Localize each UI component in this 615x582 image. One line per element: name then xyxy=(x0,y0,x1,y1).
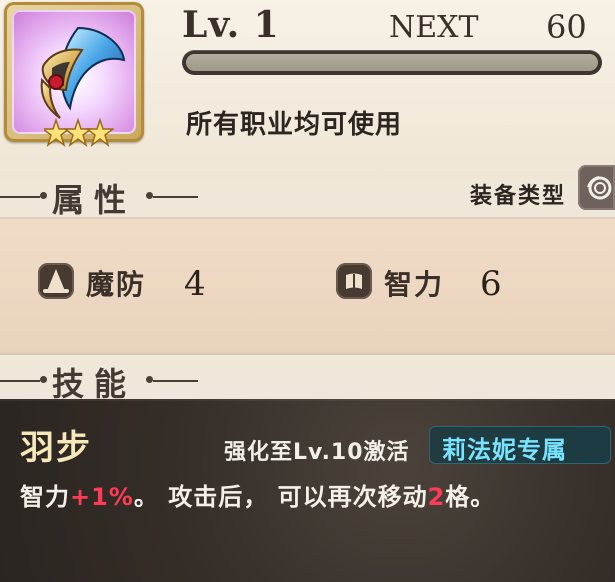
skill-description-prefix: 智力 xyxy=(20,483,70,511)
skill-name: 羽步 xyxy=(20,428,92,468)
equip-type-label: 装备类型 xyxy=(470,184,567,209)
section-ornament-dot xyxy=(40,376,47,383)
ring-icon xyxy=(587,176,612,200)
level-label: Lv. 1 xyxy=(182,4,280,46)
skill-description-highlight: 2 xyxy=(427,483,446,511)
book-icon xyxy=(346,273,362,289)
section-ornament-line xyxy=(0,196,40,198)
attribute-icon xyxy=(336,263,372,299)
item-icon xyxy=(12,10,136,134)
section-ornament-line xyxy=(153,380,198,382)
skill-description-suffix: 格。 xyxy=(445,483,496,511)
equip-type-button[interactable] xyxy=(578,165,615,210)
usable-by-text: 所有职业均可使用 xyxy=(186,110,403,140)
feather-helmet-icon xyxy=(40,26,126,119)
skill-description: 智力+1%。 攻击后， 可以再次移动2格。 xyxy=(20,477,495,512)
section-title-attributes: 属性 xyxy=(52,181,137,219)
attribute-icon xyxy=(38,263,74,299)
attribute-value: 4 xyxy=(184,264,206,304)
section-ornament-line xyxy=(153,196,198,198)
attribute-label: 智力 xyxy=(384,268,445,301)
attribute-value: 6 xyxy=(480,264,502,304)
star-icon xyxy=(62,118,94,147)
section-ornament-line xyxy=(0,380,40,382)
wizard-hat-icon xyxy=(43,269,69,293)
skill-description-highlight: +1% xyxy=(70,483,134,511)
star-icon xyxy=(84,118,114,147)
exclusive-tag-text: 莉法妮专属 xyxy=(442,436,567,464)
section-ornament-dot xyxy=(146,192,153,199)
exp-bar-empty xyxy=(186,54,598,71)
next-label: NEXT xyxy=(389,10,479,45)
star-icon xyxy=(44,118,72,147)
section-ornament-dot xyxy=(146,376,153,383)
section-ornament-dot xyxy=(40,192,47,199)
skill-description-middle: 。 攻击后， 可以再次移动 xyxy=(133,483,428,511)
next-value: 60 xyxy=(546,8,587,46)
attribute-label: 魔防 xyxy=(86,268,147,301)
rarity-stars xyxy=(44,118,114,147)
skill-requirement: 强化至Lv.10激活 xyxy=(224,440,410,465)
